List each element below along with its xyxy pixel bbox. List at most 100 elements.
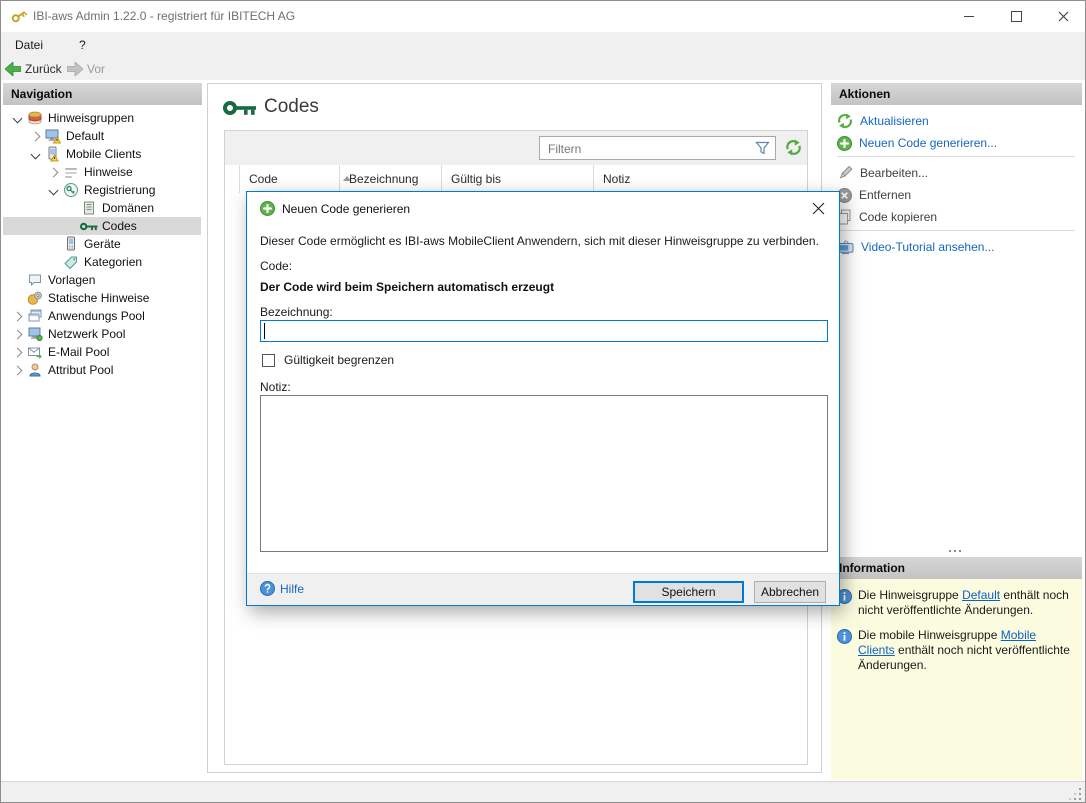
action-label: Neuen Code generieren... xyxy=(859,136,998,150)
minimize-button[interactable] xyxy=(946,1,992,31)
text-caret xyxy=(264,323,265,339)
validity-checkbox-label[interactable]: Gültigkeit begrenzen xyxy=(284,353,394,367)
mobile-warning-icon xyxy=(43,146,63,162)
tree-item-label: Codes xyxy=(102,219,137,233)
dialog-close-button[interactable] xyxy=(807,198,829,218)
tree-item-label: Attribut Pool xyxy=(48,363,114,377)
tag-icon xyxy=(61,254,81,270)
chevron-right-icon[interactable] xyxy=(12,365,22,376)
note-textarea[interactable] xyxy=(260,395,828,552)
column-header-notiz[interactable]: Notiz xyxy=(594,165,807,193)
refresh-table-icon[interactable] xyxy=(785,139,803,157)
chevron-right-icon[interactable] xyxy=(12,311,22,322)
action-neuen-code-generieren[interactable]: Neuen Code generieren... xyxy=(837,133,1081,153)
forward-button[interactable]: Vor xyxy=(67,59,105,79)
notice-groups-icon xyxy=(25,110,45,126)
filter-toolbar xyxy=(225,131,807,165)
note-label: Notiz: xyxy=(260,380,291,394)
code-note: Der Code wird beim Speichern automatisch… xyxy=(260,280,555,294)
tree-item-label: E-Mail Pool xyxy=(48,345,110,359)
tree-item-domaenen[interactable]: Domänen xyxy=(3,199,201,217)
info-text-prefix: Die Hinweisgruppe xyxy=(858,588,963,602)
app-window: IBI-aws Admin 1.22.0 - registriert für I… xyxy=(0,0,1086,803)
page-title: Codes xyxy=(264,96,319,117)
info-item: Die Hinweisgruppe Default enthält noch n… xyxy=(837,588,1076,618)
save-button[interactable]: Speichern xyxy=(633,581,744,603)
filter-input[interactable] xyxy=(546,139,745,158)
actions-separator xyxy=(837,156,1075,157)
filter-field[interactable] xyxy=(539,136,776,160)
action-bearbeiten[interactable]: Bearbeiten... xyxy=(837,163,1081,183)
forward-arrow-icon xyxy=(67,62,83,76)
column-header-bezeichnung[interactable]: Bezeichnung xyxy=(340,165,442,193)
action-video-tutorial[interactable]: Video-Tutorial ansehen... xyxy=(837,237,1081,257)
dialog-title: Neuen Code generieren xyxy=(282,202,411,216)
chevron-down-icon[interactable] xyxy=(12,113,22,124)
information-header: Information xyxy=(831,557,1082,579)
chevron-right-icon[interactable] xyxy=(12,329,22,340)
new-code-dialog: Neuen Code generieren Dieser Code ermögl… xyxy=(246,191,840,606)
tree-item-email-pool[interactable]: E-Mail Pool xyxy=(3,343,201,361)
action-label: Entfernen xyxy=(859,188,912,202)
tree-item-label: Hinweisgruppen xyxy=(48,111,135,125)
title-bar[interactable]: IBI-aws Admin 1.22.0 - registriert für I… xyxy=(1,1,1085,33)
maximize-icon xyxy=(1010,10,1022,22)
resize-grip[interactable] xyxy=(1069,788,1082,801)
column-header-code[interactable]: Code xyxy=(240,165,351,193)
action-label: Video-Tutorial ansehen... xyxy=(861,240,995,254)
tree-item-mobile-clients[interactable]: Mobile Clients xyxy=(3,145,201,163)
tree-item-statische-hinweise[interactable]: Statische Hinweise xyxy=(3,289,201,307)
help-link[interactable]: Hilfe xyxy=(260,581,304,596)
tree-item-default[interactable]: Default xyxy=(3,127,201,145)
panel-splitter-handle[interactable] xyxy=(949,550,961,552)
tree-item-label: Hinweise xyxy=(84,165,133,179)
tree-item-registrierung[interactable]: Registrierung xyxy=(3,181,201,199)
tree-item-vorlagen[interactable]: Vorlagen xyxy=(3,271,201,289)
close-button[interactable] xyxy=(1040,1,1085,31)
chevron-down-icon[interactable] xyxy=(48,185,58,196)
column-header-gueltig-bis[interactable]: Gültig bis xyxy=(442,165,594,193)
notices-icon xyxy=(61,164,81,180)
tree-item-netzwerk-pool[interactable]: Netzwerk Pool xyxy=(3,325,201,343)
chevron-down-icon[interactable] xyxy=(30,149,40,160)
tree-item-codes[interactable]: Codes xyxy=(3,217,201,235)
minimize-icon xyxy=(964,15,974,17)
filter-funnel-icon[interactable] xyxy=(755,141,770,158)
menu-datei[interactable]: Datei xyxy=(9,36,49,54)
tree-item-label: Default xyxy=(66,129,105,143)
action-label: Aktualisieren xyxy=(860,114,929,128)
column-label: Notiz xyxy=(603,172,631,186)
help-label: Hilfe xyxy=(280,581,305,596)
actions-header: Aktionen xyxy=(831,83,1082,105)
action-aktualisieren[interactable]: Aktualisieren xyxy=(837,111,1081,131)
registration-icon xyxy=(61,182,81,198)
chevron-right-icon[interactable] xyxy=(48,167,58,178)
cancel-button[interactable]: Abbrechen xyxy=(754,581,826,603)
name-input[interactable] xyxy=(260,320,828,342)
action-code-kopieren[interactable]: Code kopieren xyxy=(837,207,1081,227)
row-selector-column[interactable] xyxy=(225,165,240,193)
app-key-icon xyxy=(10,8,28,28)
tree-item-hinweise[interactable]: Hinweise xyxy=(3,163,201,181)
chevron-right-icon[interactable] xyxy=(30,131,40,142)
tree-item-geraete[interactable]: Geräte xyxy=(3,235,201,253)
chevron-right-icon[interactable] xyxy=(12,347,22,358)
actions-separator xyxy=(837,230,1075,231)
tree-item-kategorien[interactable]: Kategorien xyxy=(3,253,201,271)
tree-item-label: Vorlagen xyxy=(48,273,96,287)
info-link-default[interactable]: Default xyxy=(962,588,1000,602)
back-button[interactable]: Zurück xyxy=(5,59,62,79)
name-label: Bezeichnung: xyxy=(260,305,333,319)
tree-item-attribut-pool[interactable]: Attribut Pool xyxy=(3,361,201,379)
action-entfernen[interactable]: Entfernen xyxy=(837,185,1081,205)
info-icon xyxy=(837,629,852,644)
validity-checkbox[interactable] xyxy=(262,354,275,367)
tree-item-anwendungs-pool[interactable]: Anwendungs Pool xyxy=(3,307,201,325)
close-icon xyxy=(812,202,824,214)
close-icon xyxy=(1058,11,1068,21)
code-label: Code: xyxy=(260,259,293,273)
maximize-button[interactable] xyxy=(993,1,1039,31)
tree-item-hinweisgruppen[interactable]: Hinweisgruppen xyxy=(3,109,201,127)
plus-circle-icon xyxy=(837,135,852,151)
menu-help[interactable]: ? xyxy=(73,36,92,54)
